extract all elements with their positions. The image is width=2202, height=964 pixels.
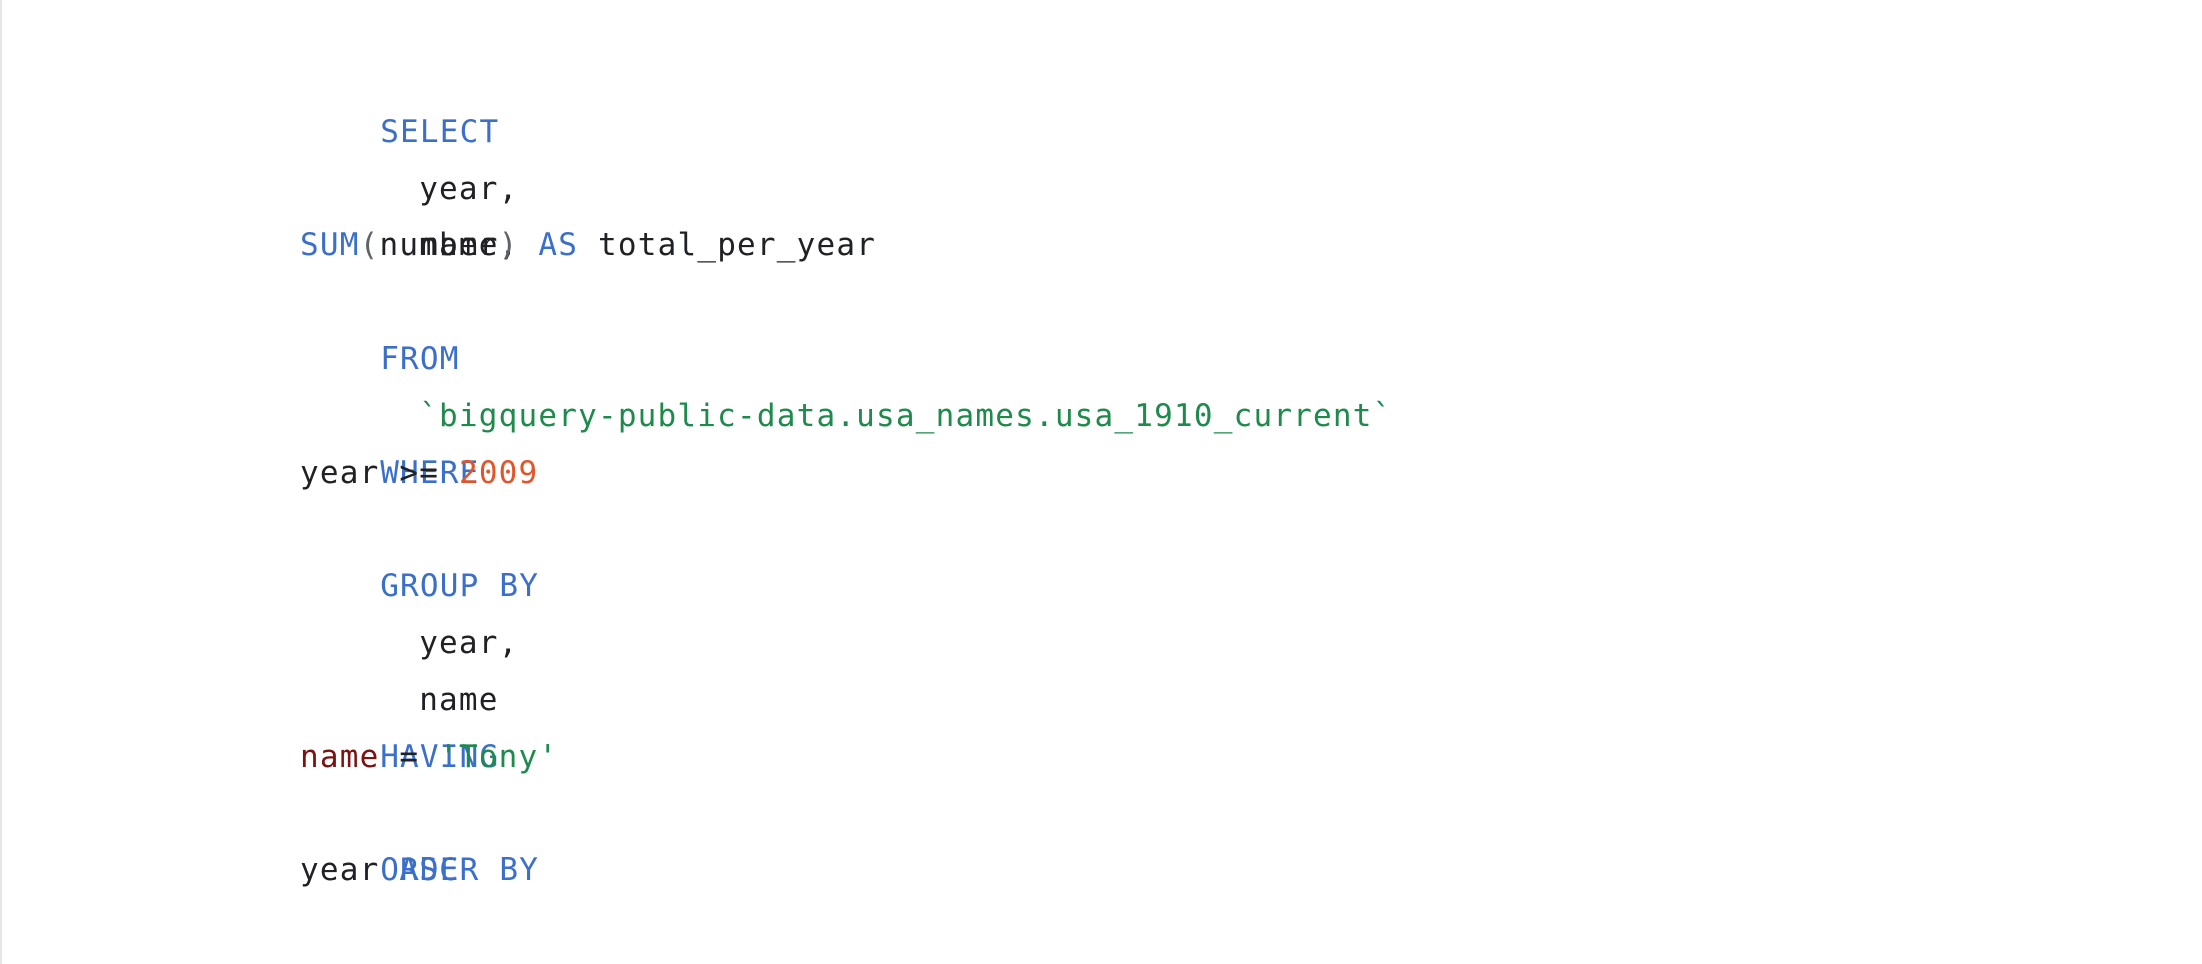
operator-gte: >= bbox=[399, 454, 440, 491]
sql-code-block[interactable]: SELECT year, name, SUM(number) AS total_… bbox=[261, 47, 1393, 899]
code-line-8: year >= 2009 bbox=[261, 445, 1393, 502]
keyword-from: FROM bbox=[380, 340, 460, 377]
column-year: year bbox=[300, 454, 380, 491]
table-reference: `bigquery-public-data.usa_names.usa_1910… bbox=[419, 397, 1393, 434]
close-paren: ) bbox=[498, 227, 519, 264]
code-line-5: FROM bbox=[261, 274, 1393, 377]
column-year: year, bbox=[419, 624, 519, 661]
column-year: year, bbox=[419, 170, 519, 207]
keyword-group-by: GROUP BY bbox=[380, 568, 540, 605]
keyword-as: AS bbox=[538, 227, 579, 264]
keyword-select: SELECT bbox=[380, 113, 500, 150]
sql-code-editor[interactable]: SELECT year, name, SUM(number) AS total_… bbox=[0, 0, 2202, 964]
code-line-14: ORDER BY bbox=[261, 785, 1393, 888]
alias-total-per-year: total_per_year bbox=[598, 227, 877, 264]
code-line-1: SELECT bbox=[261, 47, 1393, 150]
operator-equals: = bbox=[399, 738, 420, 775]
column-number: number bbox=[379, 227, 499, 264]
function-sum: SUM bbox=[300, 227, 360, 264]
keyword-asc: ASC bbox=[399, 852, 459, 889]
string-literal: 'Tony' bbox=[439, 738, 559, 775]
code-line-4: SUM(number) AS total_per_year bbox=[261, 217, 1393, 274]
number-literal: 2009 bbox=[458, 454, 539, 491]
column-year: year bbox=[300, 852, 380, 889]
column-name: name bbox=[419, 681, 499, 718]
code-line-15: year ASC bbox=[261, 842, 1393, 899]
open-paren: ( bbox=[359, 227, 380, 264]
code-line-9: GROUP BY bbox=[261, 501, 1393, 604]
code-line-13: name = 'Tony' bbox=[261, 729, 1393, 786]
column-name: name bbox=[300, 738, 380, 775]
